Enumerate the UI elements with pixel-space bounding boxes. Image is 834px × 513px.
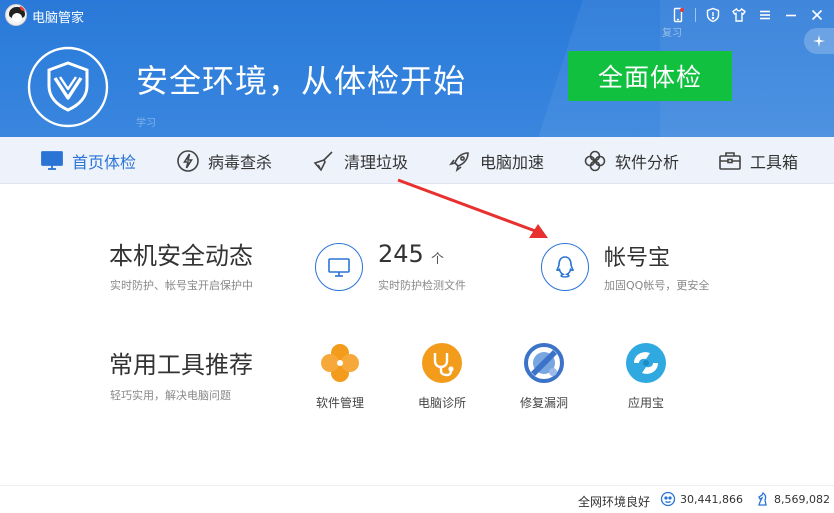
network-env-status: 全网环境良好 [578,495,651,509]
shield-alert-icon[interactable] [704,6,722,24]
security-title: 本机安全动态 [109,242,253,270]
account-protect-title[interactable]: 帐号宝 [604,240,670,272]
notification-dot [20,5,26,11]
software-manager-icon [321,344,359,382]
tab-speed-up[interactable]: 电脑加速 [448,137,544,184]
realtime-protection-badge[interactable] [315,243,363,291]
bolt-icon [177,149,199,172]
tool-software-manager[interactable]: 软件管理 [300,342,380,411]
tab-label: 电脑加速 [480,152,545,172]
tab-virus-scan[interactable]: 病毒查杀 [176,137,272,184]
avatar[interactable] [5,4,27,26]
status-bar: 全网环境良好 30,441,866 8,569,082 [0,485,834,513]
tab-label: 工具箱 [750,152,799,172]
shield-logo-icon [27,46,109,128]
cloud-users-icon [660,491,676,507]
tool-app-store[interactable]: 应用宝 [606,342,686,411]
skin-shirt-icon[interactable] [730,6,748,24]
tools-title: 常用工具推荐 [109,351,253,379]
tool-label: 电脑诊所 [417,396,466,410]
hero-slogan: 安全环境，从体检开始 [136,62,467,100]
main-nav: 首页体检 病毒查杀 清理垃圾 电脑加速 软件分析 工具箱 [0,137,834,184]
tool-pc-clinic[interactable]: 电脑诊所 [402,342,482,411]
menu-icon[interactable] [756,6,774,24]
monitor-icon [41,150,63,170]
clover-icon [584,150,606,171]
sparkle-tab[interactable] [804,28,834,54]
header-banner: 电脑管家 复习 学习 安全环境，从体检开始 全面体检 [0,0,834,137]
count-description: 实时防护检测文件 [378,279,466,292]
protected-users-stat: 30,441,866 [660,491,743,507]
annotation-arrow-icon [397,178,548,238]
account-protect-desc: 加固QQ帐号，更安全 [604,279,710,292]
tab-toolbox[interactable]: 工具箱 [718,137,798,184]
tool-label: 软件管理 [315,396,364,410]
app-title: 电脑管家 [32,11,85,26]
security-subtitle: 实时防护、帐号宝开启保护中 [110,279,253,292]
title-bar: 电脑管家 [0,0,834,30]
knight-icon [758,492,767,506]
account-protection-badge[interactable] [541,243,589,291]
blocked-threats-stat: 8,569,082 [754,491,830,507]
window-controls [669,5,826,25]
tab-label: 病毒查杀 [208,152,273,172]
qq-penguin-icon [555,256,575,278]
phone-icon[interactable] [669,6,687,24]
app-store-icon [626,343,666,383]
tab-label: 首页体检 [72,152,137,172]
tab-label: 软件分析 [615,152,680,172]
count-unit: 个 [431,252,445,267]
repair-icon [524,343,564,383]
tab-label: 清理垃圾 [344,152,409,172]
divider [695,8,696,22]
tab-software-analysis[interactable]: 软件分析 [583,137,679,184]
sparkle-icon [812,34,826,48]
background-label: 复习 [662,28,682,39]
stat-value: 8,569,082 [774,492,830,506]
minimize-icon[interactable] [782,6,800,24]
tools-subtitle: 轻巧实用，解决电脑问题 [110,389,231,402]
scanned-file-count: 245 [378,240,424,268]
tab-home-scan[interactable]: 首页体检 [40,137,136,184]
broom-icon [313,150,333,171]
close-icon[interactable] [808,6,826,24]
full-scan-button[interactable]: 全面体检 [568,51,732,101]
tab-clean-junk[interactable]: 清理垃圾 [312,137,408,184]
toolbox-icon [719,151,741,170]
tool-fix-vulnerabilities[interactable]: 修复漏洞 [504,342,584,411]
background-label: 学习 [136,118,156,129]
rocket-icon [449,151,469,172]
tool-label: 修复漏洞 [519,396,568,410]
tool-label: 应用宝 [627,396,664,410]
monitor-icon [328,258,350,277]
stethoscope-icon [422,343,462,383]
stat-value: 30,441,866 [680,492,743,506]
